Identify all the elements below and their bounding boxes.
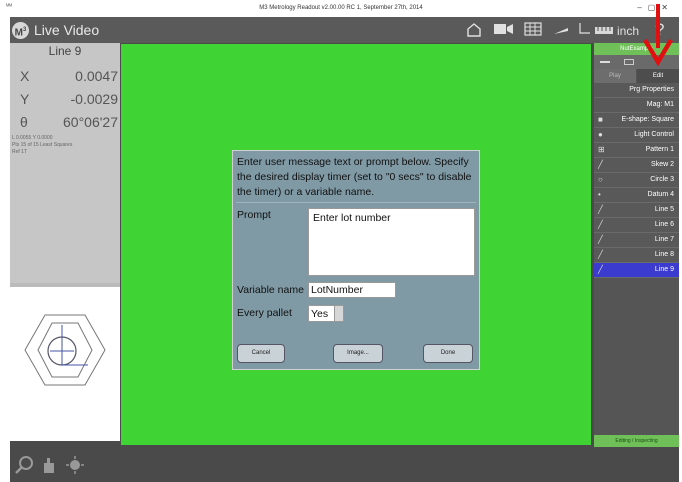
every-pallet-label: Every pallet [237,307,292,319]
program-step-row[interactable]: ╱ Line 8 [594,248,679,263]
program-step-row[interactable]: ■ E-shape: Square [594,113,679,128]
tab-play[interactable]: Play [594,69,636,83]
user-message-dialog: Enter user message text or prompt below.… [232,150,480,370]
mode-status: Editing / Inspecting [594,435,679,447]
x-value: 0.0047 [75,68,118,84]
image-button[interactable]: Image... [333,344,383,363]
program-step-row[interactable]: ○ Circle 3 [594,173,679,188]
feature-ref-line: Ref 1T [12,149,28,155]
step-type-icon: ■ [598,115,603,124]
step-label: Prg Properties [629,86,674,93]
step-label: Light Control [634,131,674,138]
ruler-icon[interactable] [593,22,615,38]
step-label: Mag: M1 [646,101,674,108]
program-step-row[interactable]: Prg Properties [594,83,679,98]
units-toggle[interactable]: inch [617,24,639,38]
step-type-icon: ╱ [598,160,603,169]
select-knob[interactable] [334,306,343,321]
zoom-icon[interactable] [14,455,34,480]
box-icon[interactable] [624,59,634,65]
tab-edit[interactable]: Edit [637,69,679,83]
home-icon[interactable] [465,22,483,38]
step-type-icon: ╱ [598,250,603,259]
step-type-icon: ╱ [598,235,603,244]
every-pallet-select[interactable]: Yes [308,305,344,322]
dialog-instructions: Enter user message text or prompt below.… [237,156,472,198]
window-title: M3 Metrology Readout v2.00.00 RC 1, Sept… [259,5,423,11]
hex-nut-graphic [24,314,106,386]
step-label: Circle 3 [650,176,674,183]
top-toolbar: M3 Live Video inch ? [10,17,679,43]
dro-readout-panel: Line 9 X 0.0047 Y -0.0029 θ 60°06'27 L 0… [10,43,120,283]
m3-logo: M3 [12,22,29,39]
step-type-icon: ○ [598,175,603,184]
window-title-bar: ᴹᴹ M3 Metrology Readout v2.00.00 RC 1, S… [0,0,682,17]
program-step-row[interactable]: ● Light Control [594,128,679,143]
part-view[interactable] [10,287,120,441]
step-type-icon: ⊞ [598,145,605,154]
video-camera-icon[interactable] [492,22,516,38]
y-value: -0.0029 [70,91,118,107]
step-label: Line 9 [654,266,674,273]
angle-value: 60°06'27 [63,114,118,130]
program-step-row[interactable]: ╱ Line 9 [594,263,679,278]
program-step-row[interactable]: ╱ Skew 2 [594,158,679,173]
step-label: Line 8 [654,251,674,258]
light-bulb-icon[interactable] [65,455,85,480]
done-button[interactable]: Done [423,344,473,363]
step-type-icon: ╱ [598,265,603,274]
feature-stat-line: L 0.0055 Y 0.0000 [12,135,53,141]
program-step-row[interactable]: ╱ Line 6 [594,218,679,233]
program-tabs: Play Edit [594,69,679,83]
step-label: Line 7 [654,236,674,243]
y-axis-label: Y [20,91,30,107]
table-icon[interactable] [523,22,543,38]
minus-icon[interactable] [600,61,610,63]
program-panel: NutExample Play Edit Prg Properties Mag: … [594,43,679,447]
program-step-row[interactable]: Mag: M1 [594,98,679,113]
program-step-row[interactable]: ╱ Line 7 [594,233,679,248]
variable-name-input[interactable]: LotNumber [308,282,396,298]
program-step-row[interactable]: • Datum 4 [594,188,679,203]
program-step-row[interactable]: ⊞ Pattern 1 [594,143,679,158]
step-label: E-shape: Square [621,116,674,123]
x-axis-label: X [20,68,30,84]
probe-icon[interactable] [551,22,571,38]
angle-label: θ [20,114,28,130]
step-label: Datum 4 [647,191,674,198]
variable-name-label: Variable name [237,284,304,296]
every-pallet-value: Yes [311,308,329,320]
cancel-button[interactable]: Cancel [237,344,285,363]
step-type-icon: ● [598,130,603,139]
step-label: Pattern 1 [645,146,674,153]
step-type-icon: ╱ [598,205,603,214]
view-title: Live Video [34,22,100,38]
step-type-icon: • [598,190,601,199]
step-label: Line 6 [654,221,674,228]
program-step-row[interactable]: ╱ Line 5 [594,203,679,218]
annotation-arrow-icon [643,4,673,66]
axis-icon[interactable] [576,22,592,38]
feature-points-line: Pts 15 of 15 Least Squares [12,142,73,148]
prompt-label: Prompt [237,209,271,221]
prompt-textarea[interactable]: Enter lot number [308,208,475,276]
hand-tool-icon[interactable] [40,455,58,480]
step-label: Line 5 [654,206,674,213]
step-type-icon: ╱ [598,220,603,229]
dialog-divider [236,202,476,203]
step-label: Skew 2 [651,161,674,168]
bottom-bar [10,447,679,482]
feature-name: Line 9 [48,44,82,58]
